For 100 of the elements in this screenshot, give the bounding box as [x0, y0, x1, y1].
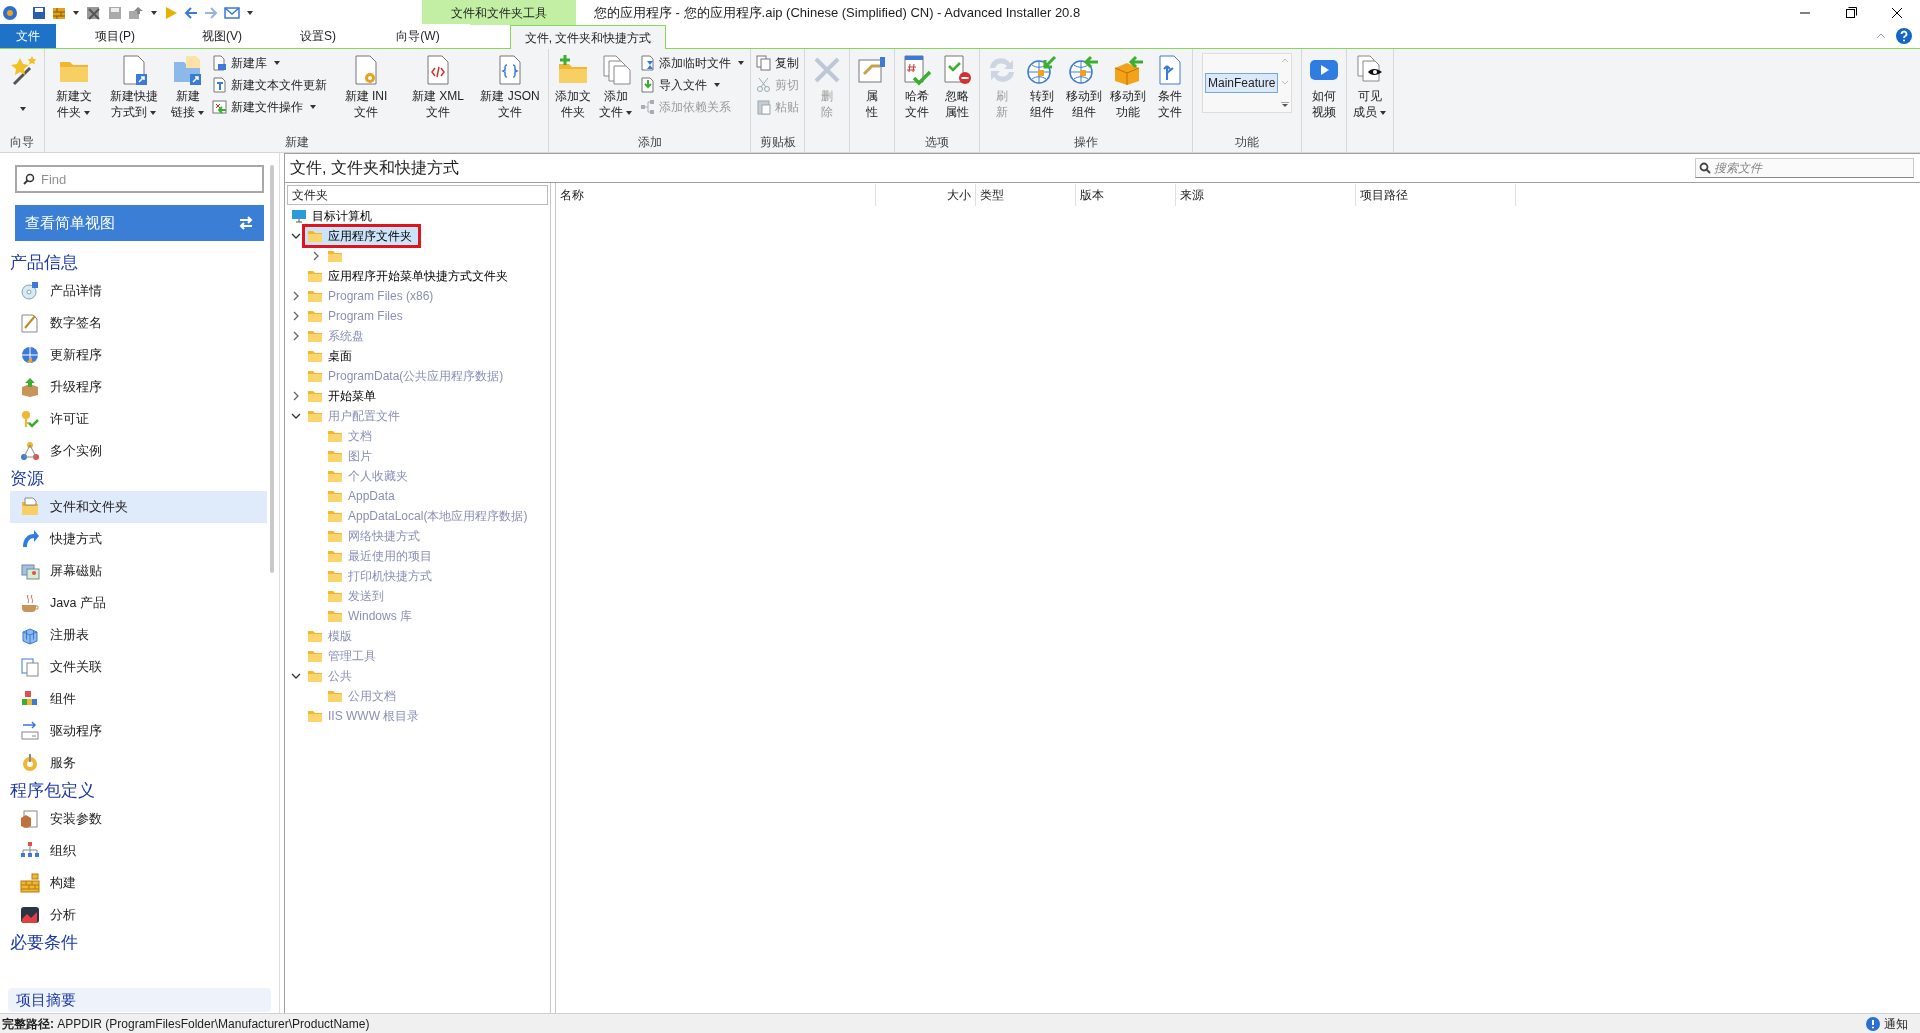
sidebar-item[interactable]: 服务	[10, 747, 267, 779]
tree-item[interactable]: 应用程序开始菜单快捷方式文件夹	[305, 267, 514, 285]
column-header[interactable]: 类型	[976, 184, 1076, 206]
ribbon-small-button[interactable]: 复制	[754, 53, 801, 73]
build-icon[interactable]	[128, 5, 144, 20]
ribbon-button[interactable]: 移动到功能	[1107, 53, 1149, 120]
ribbon-button[interactable]: 新建 XML 文件	[403, 53, 473, 120]
caret-icon[interactable]	[72, 9, 80, 16]
ribbon-button[interactable]: 可见成员	[1350, 53, 1390, 120]
sidebar-item[interactable]: 产品详情	[10, 275, 267, 307]
folder-icon	[307, 349, 323, 363]
globe-icon	[20, 345, 40, 365]
mail-icon[interactable]	[224, 6, 240, 19]
ribbon-button[interactable]: 添加文件夹	[552, 53, 594, 120]
ribbon-button[interactable]: 新建 JSON 文件	[475, 53, 545, 120]
sidebar-item[interactable]: 驱动程序	[10, 715, 267, 747]
column-header[interactable]: 大小	[876, 184, 976, 206]
folder-icon	[307, 229, 323, 243]
ribbon-button[interactable]: 属性	[853, 53, 891, 120]
ribbon-button[interactable]: 转到组件	[1023, 53, 1061, 120]
cubes-icon	[20, 625, 40, 645]
clear-icon[interactable]	[86, 5, 102, 20]
column-header[interactable]: 来源	[1176, 184, 1356, 206]
scrollbar-thumb[interactable]	[270, 165, 274, 573]
file-menu-tab[interactable]: 文件	[0, 24, 56, 48]
ribbon-button[interactable]: 忽略属性	[938, 53, 976, 120]
sidebar-item[interactable]: 安装参数	[10, 803, 267, 835]
ribbon-button[interactable]: 新建链接	[168, 53, 208, 120]
swap-icon	[238, 216, 254, 230]
bricks-icon[interactable]	[52, 5, 66, 20]
caret-icon	[309, 104, 317, 110]
ribbon-button[interactable]: 添加文件	[596, 53, 636, 120]
document-block-icon	[941, 54, 973, 86]
column-header[interactable]: 文件夹	[287, 185, 548, 205]
page-title: 文件, 文件夹和快捷方式	[290, 158, 459, 178]
back-icon[interactable]	[184, 5, 198, 20]
help-icon[interactable]	[1896, 28, 1912, 44]
sidebar-item[interactable]: 构建	[10, 867, 267, 899]
ribbon-button[interactable]: 条件文件	[1151, 53, 1189, 120]
ribbon-small-button[interactable]: 新建文件操作	[210, 97, 329, 117]
sidebar-item[interactable]: Java 产品	[10, 587, 267, 619]
ribbon-tab[interactable]: 文件, 文件夹和快捷方式	[510, 25, 666, 49]
ribbon-button[interactable]: 哈希文件	[898, 53, 936, 120]
globe-arrow-icon	[1026, 54, 1058, 86]
library-icon	[212, 55, 228, 71]
hand-card-icon	[856, 54, 888, 86]
ribbon-small-button[interactable]: 新建库	[210, 53, 329, 73]
folder-icon	[307, 389, 323, 403]
column-header[interactable]: 项目路径	[1356, 184, 1516, 206]
caret-icon	[737, 60, 745, 66]
disc-icon	[20, 281, 40, 301]
ribbon-button[interactable]: 如何视频	[1305, 53, 1343, 120]
tree-item[interactable]: 桌面	[305, 347, 358, 365]
notifications-button[interactable]: 通知	[1866, 1014, 1908, 1033]
box-icon	[20, 377, 40, 397]
column-header[interactable]: 版本	[1076, 184, 1176, 206]
sidebar-item[interactable]: 组件	[10, 683, 267, 715]
folder-icon	[327, 589, 343, 603]
sidebar-item[interactable]: 文件和文件夹	[10, 491, 267, 523]
sidebar-item[interactable]: 数字签名	[10, 307, 267, 339]
sidebar-item[interactable]: 快捷方式	[10, 523, 267, 555]
tree-item[interactable]: 开始菜单	[305, 387, 382, 405]
feature-item[interactable]: MainFeature	[1205, 73, 1279, 93]
sidebar-item[interactable]: 升级程序	[10, 371, 267, 403]
ribbon-button[interactable]: 新建文件夹	[48, 53, 100, 120]
caret-icon[interactable]	[246, 9, 254, 16]
ribbon-small-button[interactable]: 新建文本文件更新	[210, 75, 329, 95]
collapse-ribbon-icon[interactable]	[1876, 33, 1886, 39]
sidebar-item[interactable]: 组织	[10, 835, 267, 867]
folder-arrow-icon	[172, 54, 204, 86]
dependency-icon	[640, 99, 656, 115]
project-summary-link[interactable]: 项目摘要	[8, 988, 271, 1012]
ribbon-button[interactable]: 新建 INI 文件	[331, 53, 401, 120]
ribbon-small-button[interactable]: 导入文件	[638, 75, 747, 95]
sidebar-item[interactable]: 注册表	[10, 619, 267, 651]
file-operation-icon	[212, 99, 228, 115]
folder-icon	[327, 249, 343, 263]
sidebar-item[interactable]: 许可证	[10, 403, 267, 435]
sidebar-item[interactable]: 屏幕磁贴	[10, 555, 267, 587]
search-field[interactable]: 搜索文件	[1695, 158, 1914, 178]
caret-icon[interactable]	[150, 9, 158, 16]
tree-item[interactable]: 目标计算机	[289, 207, 378, 225]
ribbon-group-label: 功能	[1234, 134, 1260, 151]
search-field[interactable]: Find	[15, 165, 264, 193]
sidebar-item[interactable]: 文件关联	[10, 651, 267, 683]
ribbon-small-button[interactable]: 添加临时文件	[638, 53, 747, 73]
ribbon-button[interactable]: 新建快捷方式到	[102, 53, 166, 120]
sidebar-item[interactable]: 分析	[10, 899, 267, 931]
ribbon-group-label: 添加	[636, 134, 663, 151]
caret-icon	[197, 109, 205, 116]
view-toggle-button[interactable]: 查看简单视图	[15, 205, 264, 241]
sidebar-item[interactable]: 更新程序	[10, 339, 267, 371]
tree-item[interactable]: 应用程序文件夹	[305, 227, 418, 245]
save-icon[interactable]	[32, 5, 46, 20]
sidebar-item[interactable]: 多个实例	[10, 435, 267, 467]
search-icon	[23, 173, 35, 185]
column-header[interactable]: 名称	[556, 184, 876, 206]
cup-icon	[20, 593, 40, 613]
more-icon[interactable]	[1281, 102, 1289, 108]
ribbon-button[interactable]: 移动到组件	[1063, 53, 1105, 120]
